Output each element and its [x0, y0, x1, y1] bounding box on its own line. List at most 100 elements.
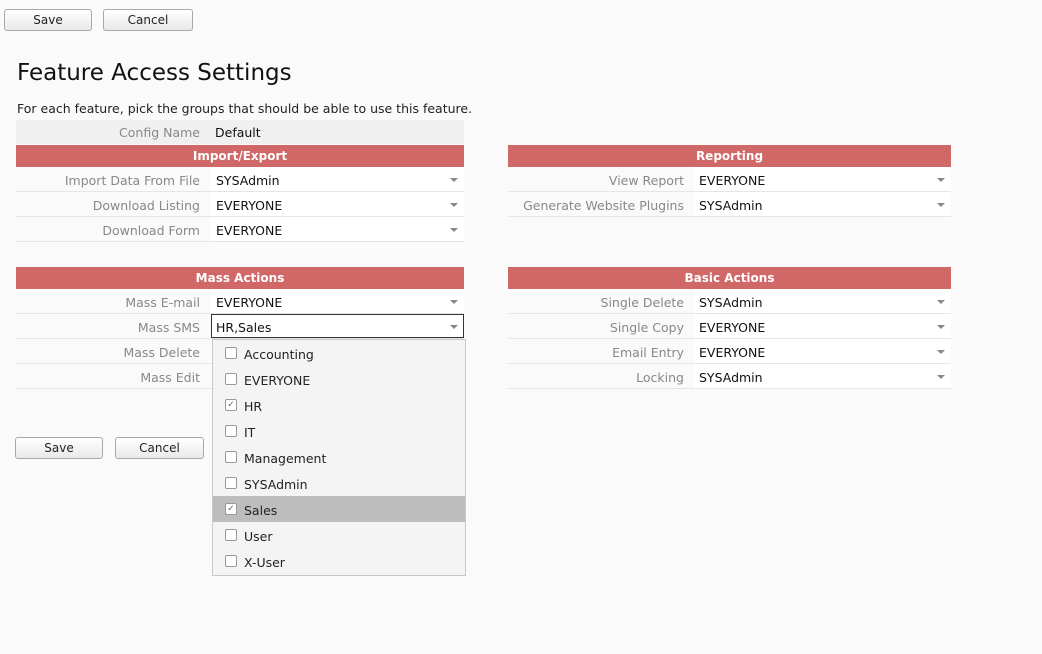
config-name-label: Config Name — [119, 125, 200, 140]
select-value: SYSAdmin — [699, 370, 763, 385]
group-dropdown-list: Accounting EVERYONE ✓ HR IT Management S… — [212, 339, 466, 576]
setting-label: Single Copy — [609, 320, 684, 335]
option-label: IT — [244, 425, 256, 440]
select-value: EVERYONE — [699, 320, 766, 335]
setting-row-download-form: Download Form EVERYONE — [16, 217, 464, 242]
bottom-cancel-button[interactable]: Cancel — [115, 437, 204, 459]
section-header: Basic Actions — [508, 267, 951, 289]
checkbox[interactable] — [225, 373, 237, 385]
checkbox[interactable] — [225, 425, 237, 437]
setting-row-mass-sms: Mass SMS HR,Sales — [16, 314, 464, 339]
setting-label: Email Entry — [612, 345, 684, 360]
group-select[interactable]: EVERYONE — [694, 339, 951, 363]
select-value: SYSAdmin — [216, 173, 280, 188]
group-select[interactable]: SYSAdmin — [694, 192, 951, 216]
checkbox[interactable] — [225, 529, 237, 541]
group-select[interactable]: EVERYONE — [211, 192, 464, 216]
config-name-row: Config Name Default — [16, 120, 464, 144]
group-select[interactable]: EVERYONE — [211, 289, 464, 313]
chevron-down-icon — [937, 325, 945, 329]
select-value: EVERYONE — [216, 223, 283, 238]
dropdown-option-sysadmin[interactable]: SYSAdmin — [213, 470, 465, 496]
setting-row-generate-plugins: Generate Website Plugins SYSAdmin — [508, 192, 951, 217]
dropdown-option-it[interactable]: IT — [213, 418, 465, 444]
chevron-down-icon — [937, 300, 945, 304]
setting-label: Single Delete — [600, 295, 684, 310]
dropdown-option-hr[interactable]: ✓ HR — [213, 392, 465, 418]
checkbox-checked[interactable]: ✓ — [225, 503, 237, 515]
dropdown-option-user[interactable]: User — [213, 522, 465, 548]
option-label: HR — [244, 399, 263, 414]
option-label: Accounting — [244, 347, 314, 362]
chevron-down-icon — [937, 350, 945, 354]
setting-label: Locking — [636, 370, 684, 385]
section-import-export: Import/Export Import Data From File SYSA… — [16, 145, 464, 242]
group-select-open[interactable]: HR,Sales — [211, 314, 464, 338]
section-reporting: Reporting View Report EVERYONE Generate … — [508, 145, 951, 217]
group-select[interactable]: SYSAdmin — [694, 364, 951, 388]
checkbox[interactable] — [225, 347, 237, 359]
dropdown-option-accounting[interactable]: Accounting — [213, 340, 465, 366]
select-value: HR,Sales — [216, 320, 272, 335]
option-label: User — [244, 529, 273, 544]
group-select[interactable]: SYSAdmin — [211, 167, 464, 191]
option-label: EVERYONE — [244, 373, 311, 388]
option-label: X-User — [244, 555, 285, 570]
chevron-down-icon — [450, 325, 458, 329]
select-value: SYSAdmin — [699, 295, 763, 310]
dropdown-option-sales[interactable]: ✓ Sales — [213, 496, 465, 522]
setting-row-download-listing: Download Listing EVERYONE — [16, 192, 464, 217]
setting-row-mass-email: Mass E-mail EVERYONE — [16, 289, 464, 314]
select-value: EVERYONE — [699, 173, 766, 188]
setting-label: Generate Website Plugins — [523, 198, 684, 213]
group-select[interactable]: EVERYONE — [694, 167, 951, 191]
option-label: Sales — [244, 503, 278, 518]
option-label: SYSAdmin — [244, 477, 308, 492]
checkbox[interactable] — [225, 451, 237, 463]
setting-label: Mass Delete — [123, 345, 200, 360]
checkbox[interactable] — [225, 477, 237, 489]
group-select[interactable]: EVERYONE — [211, 217, 464, 241]
top-cancel-button[interactable]: Cancel — [103, 9, 193, 31]
chevron-down-icon — [450, 203, 458, 207]
setting-row-single-copy: Single Copy EVERYONE — [508, 314, 951, 339]
setting-label: Mass E-mail — [125, 295, 200, 310]
group-select[interactable]: EVERYONE — [694, 314, 951, 338]
dropdown-option-x-user[interactable]: X-User — [213, 548, 465, 574]
setting-row-email-entry: Email Entry EVERYONE — [508, 339, 951, 364]
chevron-down-icon — [937, 375, 945, 379]
checkbox-checked[interactable]: ✓ — [225, 399, 237, 411]
setting-label: Mass Edit — [140, 370, 200, 385]
section-header: Import/Export — [16, 145, 464, 167]
setting-row-locking: Locking SYSAdmin — [508, 364, 951, 389]
section-header: Mass Actions — [16, 267, 464, 289]
dropdown-option-everyone[interactable]: EVERYONE — [213, 366, 465, 392]
page-title: Feature Access Settings — [17, 60, 292, 86]
select-value: SYSAdmin — [699, 198, 763, 213]
dropdown-option-management[interactable]: Management — [213, 444, 465, 470]
section-basic-actions: Basic Actions Single Delete SYSAdmin Sin… — [508, 267, 951, 389]
group-select[interactable]: SYSAdmin — [694, 289, 951, 313]
chevron-down-icon — [450, 178, 458, 182]
setting-label: Mass SMS — [137, 320, 200, 335]
page-description: For each feature, pick the groups that s… — [17, 101, 473, 116]
select-value: EVERYONE — [216, 198, 283, 213]
chevron-down-icon — [937, 178, 945, 182]
chevron-down-icon — [937, 203, 945, 207]
setting-row-single-delete: Single Delete SYSAdmin — [508, 289, 951, 314]
chevron-down-icon — [450, 228, 458, 232]
config-name-value: Default — [215, 125, 261, 140]
checkbox[interactable] — [225, 555, 237, 567]
setting-label: Import Data From File — [64, 173, 200, 188]
section-header: Reporting — [508, 145, 951, 167]
select-value: EVERYONE — [699, 345, 766, 360]
option-label: Management — [244, 451, 327, 466]
bottom-save-button[interactable]: Save — [15, 437, 103, 459]
setting-label: View Report — [608, 173, 684, 188]
setting-row-view-report: View Report EVERYONE — [508, 167, 951, 192]
top-save-button[interactable]: Save — [4, 9, 92, 31]
setting-label: Download Listing — [92, 198, 200, 213]
chevron-down-icon — [450, 300, 458, 304]
select-value: EVERYONE — [216, 295, 283, 310]
setting-row-import-data: Import Data From File SYSAdmin — [16, 167, 464, 192]
